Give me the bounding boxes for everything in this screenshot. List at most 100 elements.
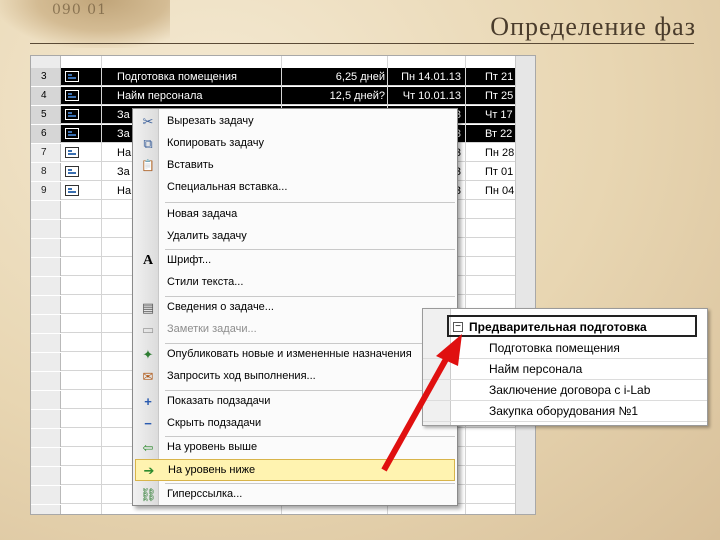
task-row[interactable]: 4 Найм персонала 12,5 дней? Чт 10.01.13 … (31, 87, 517, 105)
task-name[interactable]: На (117, 185, 131, 197)
menu-item-paste[interactable]: 📋 Вставить (135, 155, 455, 177)
row-number (31, 258, 61, 276)
row-number: 6 (31, 125, 61, 143)
row-number (31, 486, 61, 504)
row-number (31, 201, 61, 219)
row-number (31, 391, 61, 409)
menu-item-hide-subtasks[interactable]: − Скрыть подзадачи (135, 413, 455, 435)
task-name[interactable]: За (117, 166, 130, 178)
menu-item-label: На уровень ниже (168, 464, 256, 476)
menu-item-delete-task[interactable]: Удалить задачу (135, 226, 455, 248)
slide-title: Определение фаз (490, 12, 696, 41)
subtask-name: Найм персонала (489, 362, 583, 376)
row-number: 4 (31, 87, 61, 105)
task-finish[interactable]: Чт 17 (467, 109, 517, 121)
subtask-row[interactable]: Подготовка помещения (423, 338, 707, 359)
task-info-icon: ▤ (141, 300, 155, 315)
paste-icon: 📋 (141, 160, 155, 172)
menu-item-indent[interactable]: ➔ На уровень ниже (135, 459, 455, 481)
menu-item-label: Запросить ход выполнения... (167, 370, 316, 382)
subtask-row[interactable]: Закупка оборудования №1 (423, 401, 707, 422)
row-number (31, 315, 61, 333)
task-start[interactable]: Чт 10.01.13 (389, 90, 461, 102)
menu-item-label: Заметки задачи... (167, 323, 257, 335)
plus-icon: + (144, 394, 152, 409)
menu-item-show-subtasks[interactable]: + Показать подзадачи (135, 391, 455, 413)
summary-task-name: Предварительная подготовка (469, 320, 647, 334)
menu-item-label: Гиперссылка... (167, 488, 243, 500)
task-indicator-icon (65, 90, 79, 101)
task-duration[interactable]: 12,5 дней? (281, 90, 385, 102)
task-start[interactable]: Пн 14.01.13 (389, 71, 461, 83)
hyperlink-icon: ⛓ (140, 487, 157, 502)
menu-item-publish-assignments[interactable]: ✦ Опубликовать новые и измененные назнач… (135, 344, 455, 366)
menu-item-text-styles[interactable]: Стили текста... (135, 272, 455, 294)
decorative-text: 090 01 (52, 2, 107, 18)
task-name[interactable]: Найм персонала (117, 90, 203, 102)
vertical-scrollbar[interactable] (515, 56, 535, 514)
task-finish[interactable]: Пн 04 (467, 185, 517, 197)
scissors-icon: ✂ (142, 114, 154, 129)
subtask-name: Подготовка помещения (489, 341, 620, 355)
menu-item-paste-special[interactable]: Специальная вставка... (135, 177, 455, 199)
row-number: 8 (31, 163, 61, 181)
menu-item-label: Новая задача (167, 208, 238, 220)
menu-item-label: На уровень выше (167, 441, 258, 453)
notes-icon: ▭ (141, 322, 155, 337)
task-duration[interactable]: 6,25 дней (281, 71, 385, 83)
menu-item-label: Вырезать задачу (167, 115, 254, 127)
task-indicator-icon (65, 166, 79, 177)
row-number: 9 (31, 182, 61, 200)
title-underline (30, 43, 694, 44)
row-number: 3 (31, 68, 61, 86)
subtask-row[interactable]: Заключение договора с i-Lab (423, 380, 707, 401)
row-number (31, 467, 61, 485)
task-finish[interactable]: Пт 21 (467, 71, 517, 83)
menu-item-label: Шрифт... (167, 254, 212, 266)
task-name[interactable]: За (117, 109, 130, 121)
menu-item-new-task[interactable]: Новая задача (135, 204, 455, 226)
column-divider (101, 56, 102, 514)
menu-item-task-notes[interactable]: ▭ Заметки задачи... (135, 319, 455, 341)
menu-item-label: Стили текста... (167, 276, 244, 288)
subtask-row[interactable]: Найм персонала (423, 359, 707, 380)
menu-item-label: Копировать задачу (167, 137, 264, 149)
menu-item-request-progress[interactable]: ✉ Запросить ход выполнения... (135, 366, 455, 388)
task-finish[interactable]: Пн 28 (467, 147, 517, 159)
indent-arrow-icon: ➔ (143, 463, 155, 478)
task-name[interactable]: На (117, 147, 131, 159)
menu-item-outdent[interactable]: ⇦ На уровень выше (135, 437, 455, 459)
task-indicator-icon (65, 109, 79, 120)
column-divider (465, 56, 466, 514)
menu-item-copy-task[interactable]: ⧉ Копировать задачу (135, 133, 455, 155)
empty-row[interactable] (31, 505, 517, 514)
menu-item-hyperlink[interactable]: ⛓ Гиперссылка... (135, 484, 455, 506)
menu-item-label: Скрыть подзадачи (167, 417, 262, 429)
collapse-minus-icon[interactable]: − (453, 322, 463, 332)
menu-item-label: Удалить задачу (167, 230, 247, 242)
menu-separator (165, 202, 455, 203)
task-indicator-icon (65, 128, 79, 139)
task-finish[interactable]: Пт 25 (467, 90, 517, 102)
menu-item-cut-task[interactable]: ✂ Вырезать задачу (135, 111, 455, 133)
row-number: 5 (31, 106, 61, 124)
task-finish[interactable]: Пт 01 (467, 166, 517, 178)
menu-item-task-information[interactable]: ▤ Сведения о задаче... (135, 297, 455, 319)
task-row[interactable]: 3 Подготовка помещения 6,25 дней Пн 14.0… (31, 68, 517, 86)
subtask-name: Закупка оборудования №1 (489, 404, 638, 418)
summary-task-row[interactable]: − Предварительная подготовка (447, 315, 697, 337)
task-indicator-icon (65, 147, 79, 158)
row-number (31, 220, 61, 238)
menu-item-font[interactable]: A Шрифт... (135, 250, 455, 272)
zoom-inset-outline: − Предварительная подготовка Подготовка … (422, 308, 708, 426)
row-number (31, 296, 61, 314)
row-number (31, 353, 61, 371)
task-name[interactable]: Подготовка помещения (117, 71, 237, 83)
minus-icon: − (144, 416, 152, 431)
task-name[interactable]: За (117, 128, 130, 140)
row-number (31, 429, 61, 447)
row-number (31, 505, 61, 514)
subtask-name: Заключение договора с i-Lab (489, 383, 651, 397)
task-indicator-icon (65, 71, 79, 82)
task-finish[interactable]: Вт 22 (467, 128, 517, 140)
